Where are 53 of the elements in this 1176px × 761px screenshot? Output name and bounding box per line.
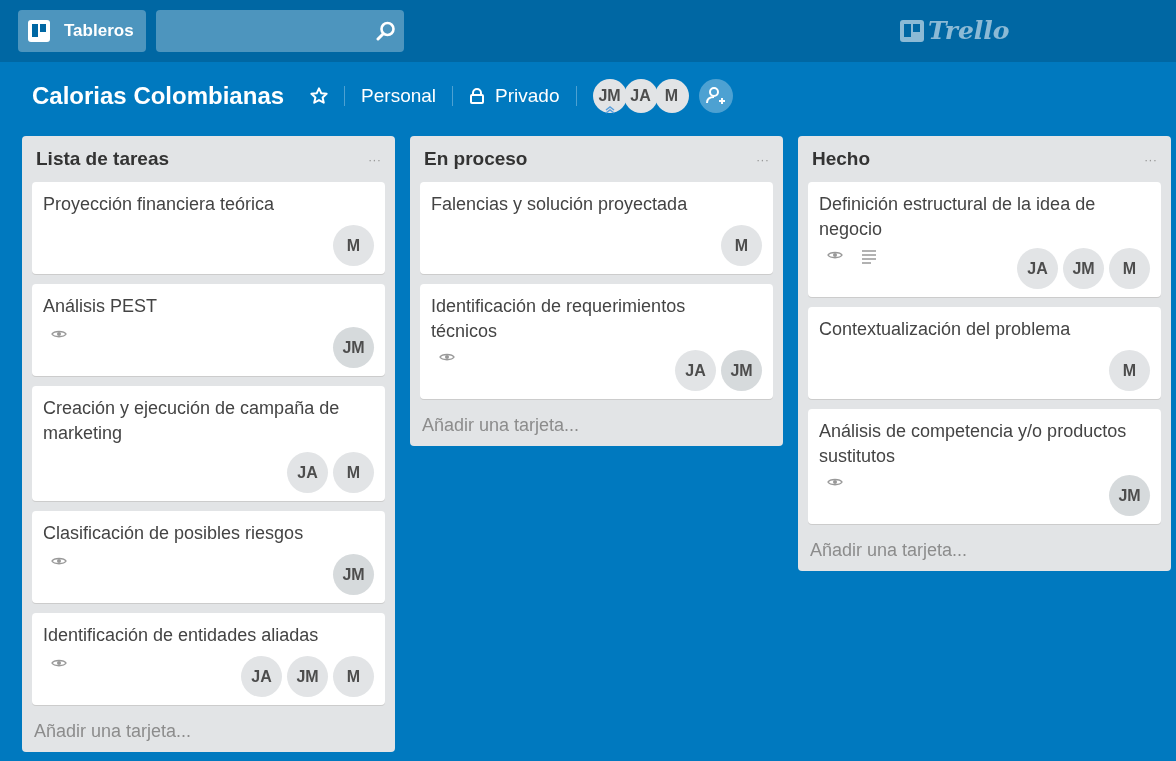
member-avatar[interactable]: M [721, 225, 762, 266]
card[interactable]: Análisis PEST JM [32, 284, 385, 376]
list-title[interactable]: En proceso [424, 148, 528, 170]
member-avatar[interactable]: JA [241, 656, 282, 697]
logo-icon [900, 19, 924, 42]
card[interactable]: Clasificación de posibles riesgos JM [32, 511, 385, 603]
search-field[interactable] [155, 10, 404, 52]
star-icon[interactable] [310, 87, 329, 105]
member-avatar[interactable]: JM [333, 554, 374, 595]
list-title[interactable]: Lista de tareas [36, 148, 170, 170]
card-title: Clasificación de posibles riesgos [43, 522, 305, 545]
card-title: Análisis PEST [43, 295, 159, 318]
card[interactable]: Identificación de entidades aliadas JA JM M [32, 613, 385, 705]
card-title: Creación y ejecución de campaña de marketing [43, 397, 341, 445]
member-avatar[interactable]: M [333, 225, 374, 266]
card-title: Identificación de requerimientos técnicos [431, 295, 687, 343]
search-icon[interactable] [375, 21, 396, 41]
member-avatar[interactable]: JM [592, 79, 627, 113]
member-avatar[interactable]: JA [1017, 248, 1058, 289]
card[interactable]: Proyección financiera teórica M [32, 182, 385, 274]
board-title[interactable]: Calorias Colombianas [32, 82, 285, 110]
card[interactable]: Falencias y solución proyectada M [420, 182, 773, 274]
member-avatar[interactable]: JM [1063, 248, 1104, 289]
card[interactable]: Identificación de requerimientos técnicos JA JM [420, 284, 773, 399]
member-avatar[interactable]: JA [623, 79, 658, 113]
card-title: Definición estructural de la idea de negocio [819, 193, 1097, 241]
card[interactable]: Contextualización del problema M [808, 307, 1161, 399]
lock-icon [469, 88, 486, 104]
list-title[interactable]: Hecho [812, 148, 871, 170]
card[interactable]: Definición estructural de la idea de negocio JA JM M [808, 182, 1161, 297]
member-avatar[interactable]: M [1109, 350, 1150, 391]
card[interactable]: Creación y ejecución de campaña de marketing JA M [32, 386, 385, 501]
member-avatar[interactable]: JM [721, 350, 762, 391]
logo-text: Trello [928, 16, 1010, 45]
card-title: Contextualización del problema [819, 318, 1072, 341]
card-title: Análisis de competencia y/o productos sustitutos [819, 420, 1128, 468]
member-avatar[interactable]: M [1109, 248, 1150, 289]
add-member-icon[interactable] [698, 79, 733, 113]
card-title: Falencias y solución proyectada [431, 193, 689, 216]
board-icon [28, 20, 50, 42]
member-avatar[interactable]: JM [333, 327, 374, 368]
visibility-label[interactable]: Privado [495, 85, 560, 107]
card-title: Identificación de entidades aliadas [43, 624, 320, 647]
member-avatar[interactable]: M [333, 656, 374, 697]
card[interactable]: Análisis de competencia y/o productos sustitutos JM [808, 409, 1161, 524]
member-avatar[interactable]: JM [287, 656, 328, 697]
member-avatar[interactable]: JM [1109, 475, 1150, 516]
member-avatar[interactable]: JA [287, 452, 328, 493]
member-avatar[interactable]: M [654, 79, 689, 113]
team-link[interactable]: Personal [361, 85, 437, 107]
member-avatar[interactable]: JA [675, 350, 716, 391]
member-avatar[interactable]: M [333, 452, 374, 493]
card-title: Proyección financiera teórica [43, 193, 276, 216]
